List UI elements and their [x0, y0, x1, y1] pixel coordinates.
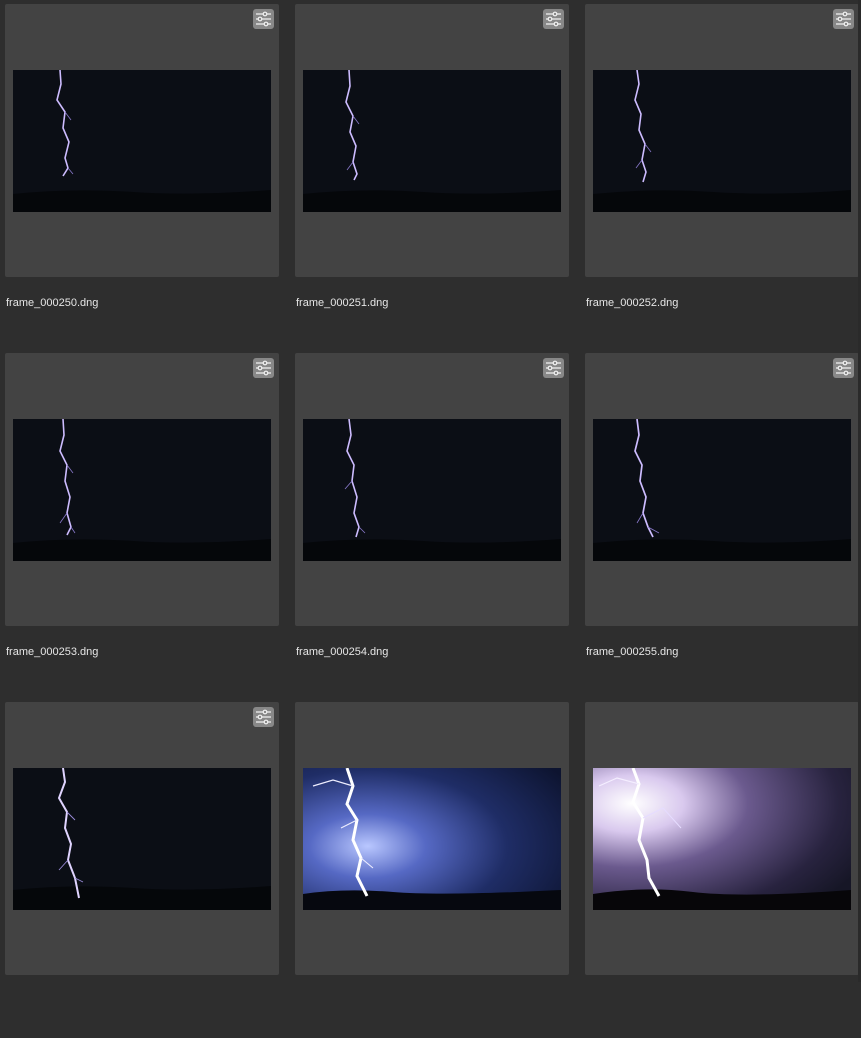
photo-filename[interactable]: frame_000255.dng — [586, 646, 678, 658]
photo-filename[interactable]: frame_000252.dng — [586, 297, 678, 309]
photo-card[interactable] — [5, 353, 279, 626]
photo-thumbnail — [13, 419, 271, 561]
grid-cell: frame_000251.dng — [290, 0, 569, 340]
grid-cell: frame_000250.dng — [0, 0, 279, 340]
sliders-icon[interactable] — [253, 707, 274, 727]
photo-filename[interactable]: frame_000253.dng — [6, 646, 98, 658]
grid-cell: frame_000253.dng — [0, 349, 279, 689]
photo-filename[interactable]: frame_000254.dng — [296, 646, 388, 658]
sliders-icon[interactable] — [833, 9, 854, 29]
photo-filename[interactable]: frame_000251.dng — [296, 297, 388, 309]
photo-thumbnail — [13, 768, 271, 910]
photo-card[interactable] — [585, 4, 859, 277]
sliders-icon[interactable] — [253, 358, 274, 378]
photo-card[interactable] — [295, 702, 569, 975]
grid-cell — [0, 698, 279, 1038]
photo-card[interactable] — [585, 702, 859, 975]
sliders-icon[interactable] — [253, 9, 274, 29]
photo-thumbnail — [593, 70, 851, 212]
photo-thumbnail — [593, 419, 851, 561]
photo-thumbnail — [303, 768, 561, 910]
grid-cell: frame_000255.dng — [580, 349, 859, 689]
sliders-icon[interactable] — [833, 358, 854, 378]
sliders-icon[interactable] — [543, 9, 564, 29]
photo-grid: frame_000250.dng frame_000251.dng frame_… — [0, 0, 861, 982]
photo-thumbnail — [13, 70, 271, 212]
grid-cell — [290, 698, 569, 1038]
photo-card[interactable] — [585, 353, 859, 626]
photo-card[interactable] — [295, 4, 569, 277]
photo-filename[interactable]: frame_000250.dng — [6, 297, 98, 309]
photo-thumbnail — [593, 768, 851, 910]
grid-cell: frame_000254.dng — [290, 349, 569, 689]
photo-card[interactable] — [5, 702, 279, 975]
photo-card[interactable] — [295, 353, 569, 626]
sliders-icon[interactable] — [543, 358, 564, 378]
photo-thumbnail — [303, 70, 561, 212]
photo-card[interactable] — [5, 4, 279, 277]
photo-thumbnail — [303, 419, 561, 561]
grid-cell: frame_000252.dng — [580, 0, 859, 340]
grid-cell — [580, 698, 859, 1038]
